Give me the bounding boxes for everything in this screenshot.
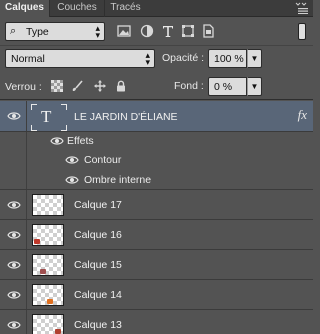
layer-thumbnail [32, 254, 64, 276]
thumbnail-content [55, 329, 61, 334]
layer-name: Calque 13 [74, 319, 122, 331]
layer-name: Calque 14 [74, 289, 122, 301]
thumbnail-content [47, 299, 53, 304]
tab-traces[interactable]: Tracés [104, 0, 146, 17]
layer-thumbnail [32, 194, 64, 216]
layer-name: LE JARDIN D'ÉLIANE [74, 111, 178, 123]
eye-visibility-icon[interactable] [7, 320, 21, 330]
effect-name: Ombre interne [84, 174, 152, 186]
opacity-dropdown-button[interactable]: ▼ [247, 49, 262, 68]
fill-dropdown-button[interactable]: ▼ [247, 77, 262, 96]
lock-transparent-pixels-icon[interactable] [51, 80, 63, 92]
effect-row-ombre-interne[interactable]: Ombre interne [0, 170, 313, 190]
layer-name: Calque 15 [74, 259, 122, 271]
filter-shape-layer-icon[interactable] [181, 24, 195, 38]
layer-row[interactable]: Calque 13 [0, 310, 313, 334]
visibility-column [0, 170, 27, 189]
tab-couches[interactable]: Couches [49, 0, 104, 17]
layer-name: Calque 16 [74, 229, 122, 241]
search-icon: ⌕ [10, 25, 17, 37]
effect-name: Contour [84, 154, 122, 166]
filter-type-layer-icon[interactable] [161, 24, 175, 38]
eye-visibility-icon[interactable] [50, 136, 64, 146]
filter-adjustment-layer-icon[interactable] [140, 24, 154, 38]
layer-row[interactable]: Calque 14 [0, 280, 313, 310]
lock-fill-bar: Verrou : Fond : 0 % ▼ [0, 73, 313, 100]
opacity-label: Opacité : [162, 52, 205, 64]
visibility-column [0, 151, 27, 170]
layer-row[interactable]: Calque 15 [0, 250, 313, 280]
tab-calques[interactable]: Calques [0, 0, 49, 18]
eye-visibility-icon[interactable] [7, 230, 21, 240]
opacity-input[interactable]: 100 % [208, 49, 247, 68]
eye-visibility-icon[interactable] [7, 200, 21, 210]
filter-pixel-layer-icon[interactable] [117, 24, 131, 38]
eye-visibility-icon[interactable] [7, 290, 21, 300]
layer-row[interactable]: Calque 16 [0, 220, 313, 250]
filter-type-select[interactable]: ⌕ Type ▴ ▾ [5, 22, 105, 41]
effect-row-contour[interactable]: Contour [0, 151, 313, 170]
type-t-icon: T [41, 107, 52, 126]
eye-visibility-icon[interactable] [7, 260, 21, 270]
layer-row[interactable]: Calque 17 [0, 190, 313, 220]
lock-label: Verrou : [5, 81, 42, 93]
layer-name: Calque 17 [74, 199, 122, 211]
fx-icon[interactable]: fx [298, 107, 307, 123]
thumbnail-content [40, 269, 46, 274]
layer-row-text[interactable]: T LE JARDIN D'ÉLIANE fx [0, 101, 313, 132]
filter-smart-object-icon[interactable] [201, 24, 215, 38]
eye-visibility-icon[interactable] [65, 175, 79, 185]
chevron-updown-icon: ▴ ▾ [95, 23, 100, 40]
eye-visibility-icon[interactable] [7, 111, 21, 121]
filter-type-value: Type [26, 26, 49, 38]
eye-visibility-icon[interactable] [65, 155, 79, 165]
blend-mode-value: Normal [11, 53, 45, 65]
blend-opacity-bar: Normal ▴ ▾ Opacité : 100 % ▼ [0, 47, 313, 71]
filter-bar: ⌕ Type ▴ ▾ [0, 18, 313, 46]
chevron-updown-icon: ▴ ▾ [145, 50, 150, 67]
layers-list: T LE JARDIN D'ÉLIANE fx Effets Contour O… [0, 101, 313, 334]
filter-toggle-switch[interactable] [298, 23, 306, 40]
panel-menu-icon[interactable] [295, 2, 309, 14]
effects-label: Effets [67, 135, 94, 147]
visibility-column [0, 132, 27, 151]
layer-thumbnail [32, 314, 64, 334]
fill-label: Fond : [174, 80, 204, 92]
blend-mode-select[interactable]: Normal ▴ ▾ [5, 49, 155, 68]
lock-position-move-icon[interactable] [94, 80, 106, 92]
text-layer-thumbnail: T [31, 104, 67, 131]
effects-group-row[interactable]: Effets [0, 132, 313, 151]
lock-image-pixels-brush-icon[interactable] [71, 80, 83, 92]
layer-thumbnail [32, 224, 64, 246]
fill-input[interactable]: 0 % [208, 77, 247, 96]
layer-thumbnail [32, 284, 64, 306]
lock-all-icon[interactable] [115, 80, 127, 92]
thumbnail-content [34, 239, 40, 244]
panel-tab-bar: Calques Couches Tracés [0, 0, 313, 18]
